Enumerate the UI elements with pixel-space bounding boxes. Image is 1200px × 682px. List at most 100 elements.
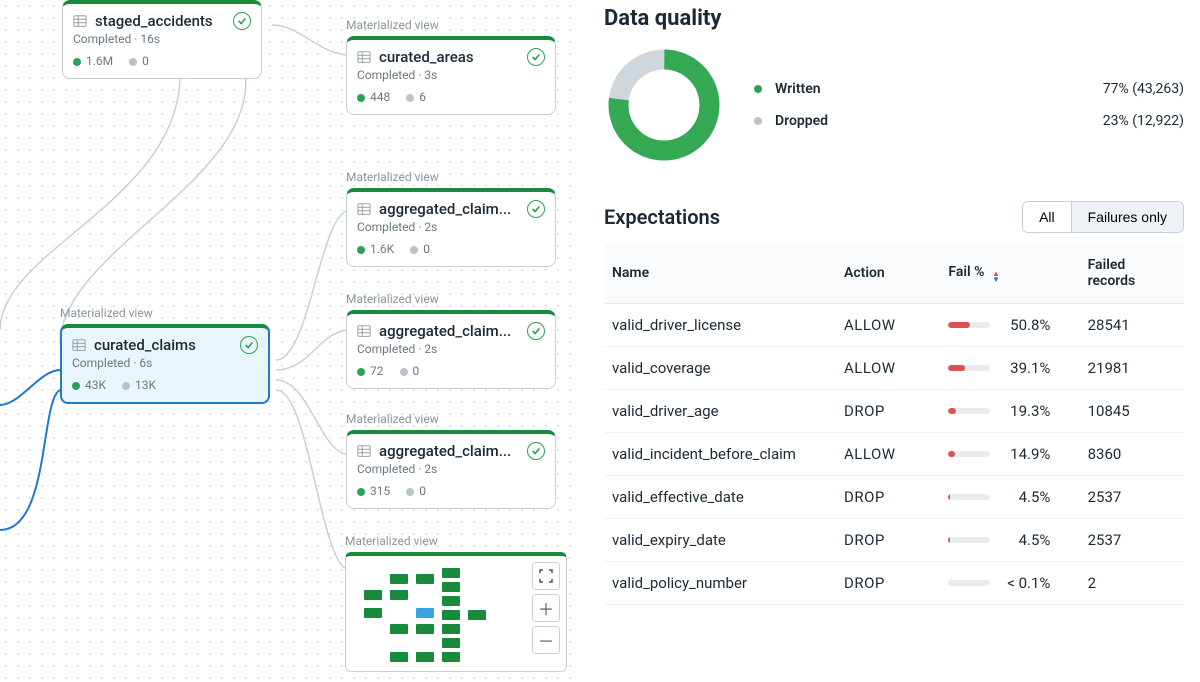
- table-icon: [73, 14, 87, 28]
- materialized-view-label: Materialized view: [345, 534, 567, 548]
- records-written: 1.6M: [73, 54, 113, 68]
- expectations-table: Name Action Fail % ▲▼ Failed records val…: [604, 243, 1184, 605]
- minimap-overview: [354, 564, 494, 663]
- records-dropped: 0: [400, 364, 420, 378]
- materialized-view-label: Materialized view: [346, 170, 556, 184]
- materialized-view-label: Materialized view: [60, 306, 270, 320]
- node-title: curated_areas: [379, 48, 519, 66]
- expectation-fail-pct: 4.5%: [940, 519, 1079, 562]
- records-dropped: 0: [410, 242, 430, 256]
- status-ok-icon: [527, 200, 545, 218]
- legend-row-dropped: Dropped 23% (12,922): [754, 105, 1184, 137]
- expectations-filter: All Failures only: [1022, 201, 1184, 233]
- records-written: 72: [357, 364, 384, 378]
- node-status: Completed · 2s: [357, 342, 545, 356]
- col-failed-records[interactable]: Failed records: [1080, 243, 1184, 304]
- records-dropped: 13K: [122, 378, 156, 392]
- expectation-action: DROP: [836, 519, 940, 562]
- expectation-action: DROP: [836, 476, 940, 519]
- expectation-name: valid_effective_date: [604, 476, 836, 519]
- minimap[interactable]: ＋ －: [345, 552, 567, 672]
- status-ok-icon: [240, 336, 258, 354]
- legend-row-written: Written 77% (43,263): [754, 73, 1184, 105]
- table-icon: [357, 202, 371, 216]
- expectation-failed-records: 21981: [1080, 347, 1184, 390]
- node-curated-areas[interactable]: Materialized view curated_areas Complete…: [346, 18, 556, 115]
- table-row[interactable]: valid_expiry_dateDROP4.5%2537: [604, 519, 1184, 562]
- expectation-name: valid_driver_age: [604, 390, 836, 433]
- table-row[interactable]: valid_policy_numberDROP< 0.1%2: [604, 562, 1184, 605]
- node-title: staged_accidents: [95, 12, 225, 30]
- expectation-fail-pct: < 0.1%: [940, 562, 1079, 605]
- node-status: Completed · 6s: [72, 356, 258, 370]
- expectation-fail-pct: 4.5%: [940, 476, 1079, 519]
- table-icon: [357, 50, 371, 64]
- records-dropped: 6: [406, 90, 426, 104]
- status-ok-icon: [527, 322, 545, 340]
- node-curated-claims[interactable]: Materialized view curated_claims Complet…: [60, 306, 270, 404]
- expectation-fail-pct: 50.8%: [940, 304, 1079, 347]
- filter-failures-button[interactable]: Failures only: [1071, 202, 1183, 232]
- status-ok-icon: [527, 48, 545, 66]
- expectation-failed-records: 28541: [1080, 304, 1184, 347]
- expectations-heading: Expectations: [604, 205, 720, 229]
- expectation-fail-pct: 14.9%: [940, 433, 1079, 476]
- col-fail-pct[interactable]: Fail % ▲▼: [940, 243, 1079, 304]
- node-title: aggregated_claim...: [379, 442, 519, 460]
- records-dropped: 0: [129, 54, 149, 68]
- zoom-in-button[interactable]: ＋: [532, 594, 560, 622]
- records-dropped: 0: [406, 484, 426, 498]
- records-written: 43K: [72, 378, 106, 392]
- minimap-container: Materialized view: [345, 534, 567, 672]
- data-quality-donut: [604, 45, 724, 165]
- expectation-fail-pct: 19.3%: [940, 390, 1079, 433]
- node-aggregated-claim-3[interactable]: Materialized view aggregated_claim... Co…: [346, 412, 556, 509]
- expectation-failed-records: 10845: [1080, 390, 1184, 433]
- node-staged-accidents[interactable]: staged_accidents Completed · 16s 1.6M 0: [62, 0, 262, 79]
- sort-icon: ▲▼: [992, 271, 1000, 283]
- table-icon: [357, 444, 371, 458]
- node-title: curated_claims: [94, 336, 232, 354]
- expectation-name: valid_coverage: [604, 347, 836, 390]
- expectation-action: ALLOW: [836, 347, 940, 390]
- table-row[interactable]: valid_driver_ageDROP19.3%10845: [604, 390, 1184, 433]
- details-panel: Data quality Written 77% (43,263) Droppe…: [600, 0, 1200, 682]
- table-row[interactable]: valid_incident_before_claimALLOW14.9%836…: [604, 433, 1184, 476]
- records-written: 1.6K: [357, 242, 394, 256]
- filter-all-button[interactable]: All: [1023, 202, 1071, 232]
- node-title: aggregated_claim...: [379, 322, 519, 340]
- expectation-action: DROP: [836, 562, 940, 605]
- status-ok-icon: [233, 12, 251, 30]
- fit-to-screen-button[interactable]: [532, 562, 560, 590]
- node-status: Completed · 2s: [357, 220, 545, 234]
- materialized-view-label: Materialized view: [346, 18, 556, 32]
- records-written: 448: [357, 90, 390, 104]
- expectation-failed-records: 8360: [1080, 433, 1184, 476]
- expectation-action: DROP: [836, 390, 940, 433]
- node-status: Completed · 3s: [357, 68, 545, 82]
- zoom-out-button[interactable]: －: [532, 626, 560, 654]
- expectation-fail-pct: 39.1%: [940, 347, 1079, 390]
- materialized-view-label: Materialized view: [346, 292, 556, 306]
- data-quality-heading: Data quality: [604, 6, 1184, 31]
- table-icon: [357, 324, 371, 338]
- status-ok-icon: [527, 442, 545, 460]
- table-row[interactable]: valid_effective_dateDROP4.5%2537: [604, 476, 1184, 519]
- expectation-name: valid_expiry_date: [604, 519, 836, 562]
- col-name[interactable]: Name: [604, 243, 836, 304]
- table-icon: [72, 338, 86, 352]
- expectation-action: ALLOW: [836, 304, 940, 347]
- expectation-name: valid_driver_license: [604, 304, 836, 347]
- expectation-failed-records: 2537: [1080, 519, 1184, 562]
- expectation-failed-records: 2: [1080, 562, 1184, 605]
- table-row[interactable]: valid_coverageALLOW39.1%21981: [604, 347, 1184, 390]
- pipeline-graph[interactable]: staged_accidents Completed · 16s 1.6M 0 …: [0, 0, 580, 682]
- expectation-action: ALLOW: [836, 433, 940, 476]
- table-row[interactable]: valid_driver_licenseALLOW50.8%28541: [604, 304, 1184, 347]
- node-aggregated-claim-2[interactable]: Materialized view aggregated_claim... Co…: [346, 292, 556, 389]
- col-action[interactable]: Action: [836, 243, 940, 304]
- expectation-name: valid_incident_before_claim: [604, 433, 836, 476]
- expectation-failed-records: 2537: [1080, 476, 1184, 519]
- node-aggregated-claim-1[interactable]: Materialized view aggregated_claim... Co…: [346, 170, 556, 267]
- node-title: aggregated_claim...: [379, 200, 519, 218]
